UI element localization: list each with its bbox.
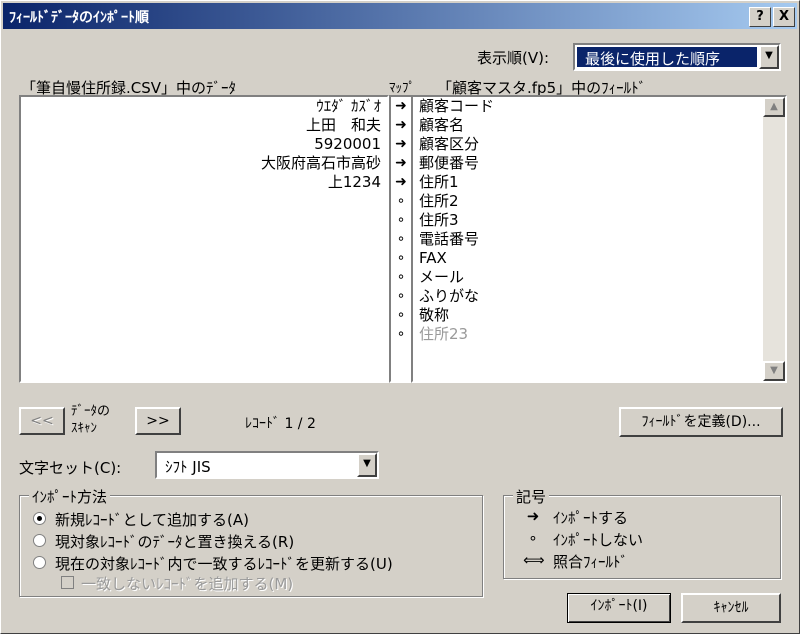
- radio-add-new-label[interactable]: 新規ﾚｺｰﾄﾞとして追加する(A): [55, 509, 249, 530]
- source-row: [21, 325, 387, 344]
- field-row[interactable]: 敬称: [413, 306, 785, 325]
- circle-icon[interactable]: ∘: [391, 230, 411, 249]
- source-row: 上田 和夫: [305, 116, 381, 134]
- double-arrow-icon: ⟺: [523, 551, 545, 569]
- field-row[interactable]: FAX: [413, 249, 785, 268]
- field-row[interactable]: ふりがな: [413, 287, 785, 306]
- legend-title: 記号: [513, 486, 550, 507]
- source-row: [21, 230, 387, 249]
- circle-icon: ∘: [528, 529, 538, 547]
- radio-replace-label[interactable]: 現対象ﾚｺｰﾄﾞのﾃﾞｰﾀと置き換える(R): [55, 531, 294, 552]
- charset-select[interactable]: ｼﾌﾄ JIS ▼: [155, 451, 379, 479]
- scrollbar[interactable]: ▲ ▼: [763, 97, 785, 381]
- circle-icon[interactable]: ∘: [391, 249, 411, 268]
- radio-update-label[interactable]: 現在の対象ﾚｺｰﾄﾞ内で一致するﾚｺｰﾄﾞを更新する(U): [55, 553, 393, 574]
- source-row: 5920001: [314, 135, 381, 153]
- field-row[interactable]: 電話番号: [413, 230, 785, 249]
- target-fields-list[interactable]: 顧客コード 顧客名 顧客区分 郵便番号 住所1 住所2 住所3 電話番号 FAX メール ふりがな敬…: [411, 95, 787, 383]
- order-select-value: 最後に使用した順序: [585, 50, 721, 68]
- circle-icon[interactable]: ∘: [391, 287, 411, 306]
- arrow-right-icon[interactable]: ➜: [391, 154, 411, 173]
- scan-label: ﾃﾞｰﾀの ｽｷｬﾝ: [71, 403, 110, 437]
- record-counter: ﾚｺｰﾄﾞ 1 / 2: [245, 416, 316, 432]
- circle-icon[interactable]: ∘: [391, 306, 411, 325]
- source-row: 上1234: [327, 173, 381, 191]
- cancel-button[interactable]: ｷｬﾝｾﾙ: [681, 593, 781, 623]
- charset-select-value: ｼﾌﾄ JIS: [165, 458, 211, 476]
- help-button[interactable]: ?: [749, 7, 771, 27]
- define-fields-button[interactable]: ﾌｨｰﾙﾄﾞを定義(D)...: [619, 407, 783, 437]
- prev-record-button[interactable]: <<: [19, 407, 65, 435]
- source-row: [21, 268, 387, 287]
- field-row[interactable]: 顧客名: [413, 116, 785, 135]
- import-method-title: ｲﾝﾎﾟｰﾄ方法: [29, 486, 111, 507]
- radio-replace[interactable]: [33, 534, 46, 547]
- title-bar: ﾌｨｰﾙﾄﾞﾃﾞｰﾀのｲﾝﾎﾟｰﾄ順 ? X: [3, 3, 797, 29]
- window-title: ﾌｨｰﾙﾄﾞﾃﾞｰﾀのｲﾝﾎﾟｰﾄ順: [9, 10, 149, 26]
- field-row[interactable]: 郵便番号: [413, 154, 785, 173]
- import-order-dialog: ﾌｨｰﾙﾄﾞﾃﾞｰﾀのｲﾝﾎﾟｰﾄ順 ? X 表示順(V): 最後に使用した順序…: [0, 0, 800, 634]
- field-row[interactable]: 顧客コード: [413, 97, 785, 116]
- scan-label-line2: ｽｷｬﾝ: [71, 421, 97, 436]
- order-label: 表示順(V):: [477, 49, 550, 67]
- circle-icon[interactable]: ∘: [391, 192, 411, 211]
- field-row[interactable]: 顧客区分: [413, 135, 785, 154]
- field-row[interactable]: 住所2: [413, 192, 785, 211]
- scroll-down-icon[interactable]: ▼: [763, 361, 785, 381]
- order-select[interactable]: 最後に使用した順序 ▼: [573, 43, 781, 71]
- scan-label-line1: ﾃﾞｰﾀの: [71, 404, 111, 419]
- field-row[interactable]: 住所23: [413, 325, 785, 344]
- field-row[interactable]: 住所1: [413, 173, 785, 192]
- arrow-right-icon[interactable]: ➜: [391, 135, 411, 154]
- circle-icon[interactable]: ∘: [391, 325, 411, 344]
- next-record-button[interactable]: >>: [135, 407, 181, 435]
- circle-icon[interactable]: ∘: [391, 268, 411, 287]
- close-button[interactable]: X: [773, 7, 795, 27]
- import-button[interactable]: ｲﾝﾎﾟｰﾄ(I): [567, 593, 671, 623]
- field-row[interactable]: メール: [413, 268, 785, 287]
- radio-add-new[interactable]: [33, 512, 46, 525]
- source-row: [21, 249, 387, 268]
- source-row: [21, 287, 387, 306]
- legend-match-label: 照合ﾌｨｰﾙﾄﾞ: [553, 553, 629, 571]
- chevron-down-icon[interactable]: ▼: [357, 453, 377, 477]
- arrow-right-icon[interactable]: ➜: [391, 97, 411, 116]
- arrow-right-icon: ➜: [526, 507, 540, 525]
- source-data-list[interactable]: ｳｴﾀﾞ ｶｽﾞｵ 上田 和夫 5920001 大阪府高石市高砂 上1234: [19, 95, 389, 383]
- source-row: ｳｴﾀﾞ ｶｽﾞｵ: [316, 97, 381, 115]
- checkbox-add-unmatched-label[interactable]: 一致しないﾚｺｰﾄﾞを追加する(M): [81, 573, 293, 594]
- source-row: [21, 306, 387, 325]
- arrow-right-icon[interactable]: ➜: [391, 116, 411, 135]
- circle-icon[interactable]: ∘: [391, 211, 411, 230]
- source-row: [21, 192, 387, 211]
- map-header: ﾏｯﾌﾟ: [389, 81, 415, 96]
- radio-update[interactable]: [33, 556, 46, 569]
- legend-import-label: ｲﾝﾎﾟｰﾄする: [553, 509, 629, 527]
- scroll-up-icon[interactable]: ▲: [763, 97, 785, 117]
- chevron-down-icon[interactable]: ▼: [759, 45, 779, 69]
- source-row: [21, 211, 387, 230]
- source-row: 大阪府高石市高砂: [260, 154, 381, 172]
- arrow-right-icon[interactable]: ➜: [391, 173, 411, 192]
- field-row[interactable]: 住所3: [413, 211, 785, 230]
- map-column[interactable]: ➜ ➜ ➜ ➜ ➜ ∘ ∘ ∘ ∘ ∘ ∘ ∘ ∘: [389, 95, 413, 383]
- checkbox-add-unmatched[interactable]: [61, 576, 74, 589]
- charset-label: 文字セット(C):: [19, 459, 122, 477]
- legend-no-import-label: ｲﾝﾎﾟｰﾄしない: [553, 531, 644, 549]
